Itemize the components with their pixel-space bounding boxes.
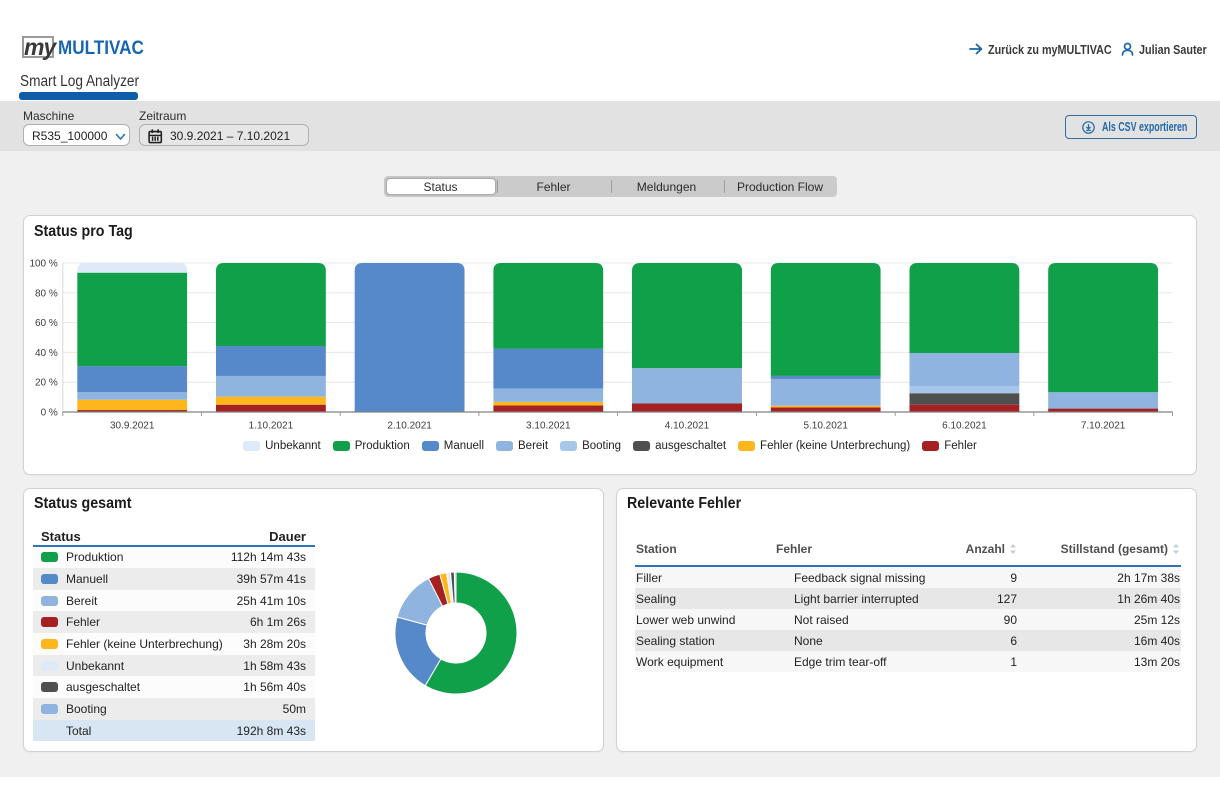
svg-text:0 %: 0 % <box>41 408 58 419</box>
svg-text:60 %: 60 % <box>35 318 58 329</box>
svg-text:80 %: 80 % <box>35 288 58 299</box>
svg-text:30.9.2021: 30.9.2021 <box>110 421 155 432</box>
svg-text:100 %: 100 % <box>29 259 57 270</box>
svg-text:2.10.2021: 2.10.2021 <box>387 421 432 432</box>
svg-text:1.10.2021: 1.10.2021 <box>249 421 294 432</box>
svg-text:6.10.2021: 6.10.2021 <box>942 421 987 432</box>
svg-text:4.10.2021: 4.10.2021 <box>665 421 710 432</box>
svg-text:40 %: 40 % <box>35 348 58 359</box>
svg-text:3.10.2021: 3.10.2021 <box>526 421 571 432</box>
svg-text:20 %: 20 % <box>35 378 58 389</box>
svg-text:7.10.2021: 7.10.2021 <box>1081 421 1126 432</box>
svg-text:5.10.2021: 5.10.2021 <box>803 421 848 432</box>
